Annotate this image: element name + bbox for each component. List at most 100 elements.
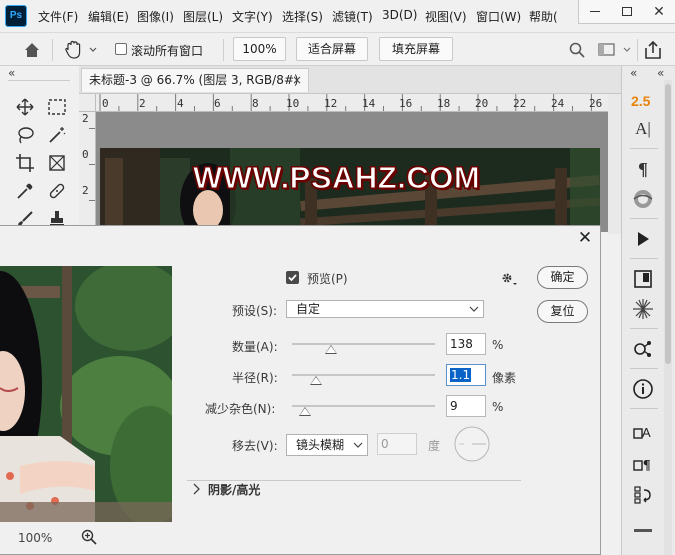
ruler-label: 2	[139, 97, 146, 110]
shadow-highlight-toggle[interactable]	[191, 482, 203, 496]
vertical-ruler[interactable]: 2 0 2	[79, 112, 96, 232]
actions-panel-button[interactable]	[632, 228, 654, 250]
channels-panel-button[interactable]	[632, 338, 654, 360]
collapse-far-panel-icon[interactable]: «	[657, 66, 664, 80]
angle-input: 0	[377, 433, 417, 455]
share-button[interactable]	[644, 40, 662, 60]
history-panel-button[interactable]	[632, 484, 654, 506]
menu-file[interactable]: 文件(F)	[38, 8, 78, 25]
scroll-all-windows-checkbox[interactable]	[115, 43, 127, 55]
amount-slider-thumb[interactable]	[324, 345, 337, 354]
right-panel-strip: « « 2.5 A| ¶ A ¶	[621, 66, 675, 555]
reset-button[interactable]: 复位	[537, 300, 588, 323]
libraries-panel-button[interactable]	[632, 268, 654, 290]
ruler-ticks	[99, 94, 592, 111]
panel-divider	[630, 148, 658, 149]
menu-window[interactable]: 窗口(W)	[476, 8, 521, 25]
dialog-close-button[interactable]: ✕	[577, 230, 593, 247]
panel-scrollbar-thumb[interactable]	[665, 84, 671, 364]
remove-select[interactable]: 镜头模糊	[286, 434, 368, 456]
eyedropper-tool[interactable]	[12, 178, 38, 204]
magic-wand-tool[interactable]	[44, 122, 70, 148]
menu-select[interactable]: 选择(S)	[282, 8, 323, 25]
radius-value: 1.1	[450, 368, 472, 382]
menu-layer[interactable]: 图层(L)	[183, 8, 223, 25]
play-icon	[638, 232, 649, 246]
marquee-tool[interactable]	[44, 94, 70, 120]
move-tool[interactable]	[12, 94, 38, 120]
ruler-origin[interactable]	[79, 94, 96, 112]
close-tab-icon[interactable]: ×	[292, 69, 302, 91]
reduce-noise-input[interactable]: 9	[446, 395, 486, 417]
zoom-percent-field[interactable]: 100%	[233, 37, 286, 61]
collapse-toolbox-icon[interactable]: «	[8, 66, 15, 80]
menu-filter[interactable]: 滤镜(T)	[332, 8, 373, 25]
menu-image[interactable]: 图像(I)	[137, 8, 174, 25]
menu-view[interactable]: 视图(V)	[425, 8, 467, 25]
close-window-button[interactable]: ✕	[643, 0, 675, 23]
character-styles-icon: A	[633, 425, 651, 440]
ruler-label: 12	[324, 97, 338, 110]
channels-icon	[634, 341, 651, 357]
shadow-highlight-label[interactable]: 阴影/高光	[208, 481, 260, 498]
home-button[interactable]	[22, 40, 42, 60]
reduce-noise-label: 减少杂色(N):	[205, 402, 276, 416]
character-styles-panel-button[interactable]: A	[632, 420, 654, 442]
photoshop-logo: Ps	[5, 5, 27, 27]
settings-button[interactable]	[500, 270, 520, 288]
collapse-panel-icon[interactable]: «	[630, 66, 637, 80]
preset-select[interactable]: 自定	[286, 300, 484, 318]
amount-slider-track[interactable]	[292, 343, 435, 345]
crop-tool[interactable]	[12, 150, 38, 176]
paragraph-styles-panel-button[interactable]: ¶	[632, 452, 654, 474]
preview-checkbox[interactable]	[286, 271, 299, 284]
ok-button[interactable]: 确定	[537, 266, 588, 289]
ruler-label: 24	[551, 97, 565, 110]
menu-help[interactable]: 帮助(	[529, 8, 558, 25]
lasso-tool[interactable]	[12, 122, 38, 148]
horizontal-ruler[interactable]: 0 2 4 6 8 10 12 14 16 18 20 22 24 26	[96, 94, 608, 112]
maximize-icon	[622, 7, 632, 16]
menu-3d[interactable]: 3D(D)	[382, 8, 417, 22]
character-panel-button[interactable]: A|	[632, 118, 654, 140]
brush-settings-panel-button[interactable]	[632, 298, 654, 320]
document-tab[interactable]: 未标题-3 @ 66.7% (图层 3, RGB/8#) * ×	[81, 68, 309, 109]
search-button[interactable]	[568, 41, 586, 59]
paragraph-panel-button[interactable]: ¶	[632, 158, 654, 180]
menu-bar: Ps 文件(F) 编辑(E) 图像(I) 图层(L) 文字(Y) 选择(S) 滤…	[0, 0, 675, 32]
workspace-switcher[interactable]	[598, 42, 634, 58]
fill-screen-button[interactable]: 填充屏幕	[379, 37, 453, 61]
swatches-panel-button[interactable]	[632, 188, 654, 210]
ruler-tick	[89, 164, 95, 165]
menu-edit[interactable]: 编辑(E)	[88, 8, 129, 25]
fit-screen-button[interactable]: 适合屏幕	[296, 37, 368, 61]
reduce-noise-slider-thumb[interactable]	[298, 407, 311, 416]
radius-input[interactable]: 1.1	[446, 364, 486, 386]
share-icon	[645, 40, 661, 59]
reduce-noise-unit: %	[492, 400, 504, 414]
menu-type[interactable]: 文字(Y)	[232, 8, 273, 25]
document-scrollbar[interactable]	[608, 94, 621, 234]
ruler-label: 2	[82, 112, 89, 125]
chevron-right-icon	[193, 483, 200, 495]
crop-icon	[16, 154, 34, 172]
close-icon: ✕	[653, 3, 665, 20]
info-panel-button[interactable]	[632, 378, 654, 400]
eyedropper-icon	[17, 183, 33, 199]
magic-wand-icon	[49, 127, 66, 143]
maximize-button[interactable]	[611, 0, 643, 23]
zoom-in-button[interactable]	[81, 529, 97, 545]
reduce-noise-slider-track[interactable]	[292, 405, 435, 407]
hand-tool-button[interactable]	[63, 39, 99, 61]
move-icon	[16, 98, 34, 116]
panel-divider	[630, 258, 658, 259]
radius-slider-thumb[interactable]	[310, 376, 323, 385]
more-panels-button[interactable]	[632, 522, 654, 544]
dialog-preview-image[interactable]	[0, 266, 172, 522]
healing-brush-tool[interactable]	[44, 178, 70, 204]
amount-label: 数量(A):	[232, 340, 278, 354]
frame-tool[interactable]	[44, 150, 70, 176]
minimize-button[interactable]	[579, 0, 611, 23]
libraries-icon	[634, 270, 652, 288]
amount-input[interactable]: 138	[446, 333, 486, 355]
